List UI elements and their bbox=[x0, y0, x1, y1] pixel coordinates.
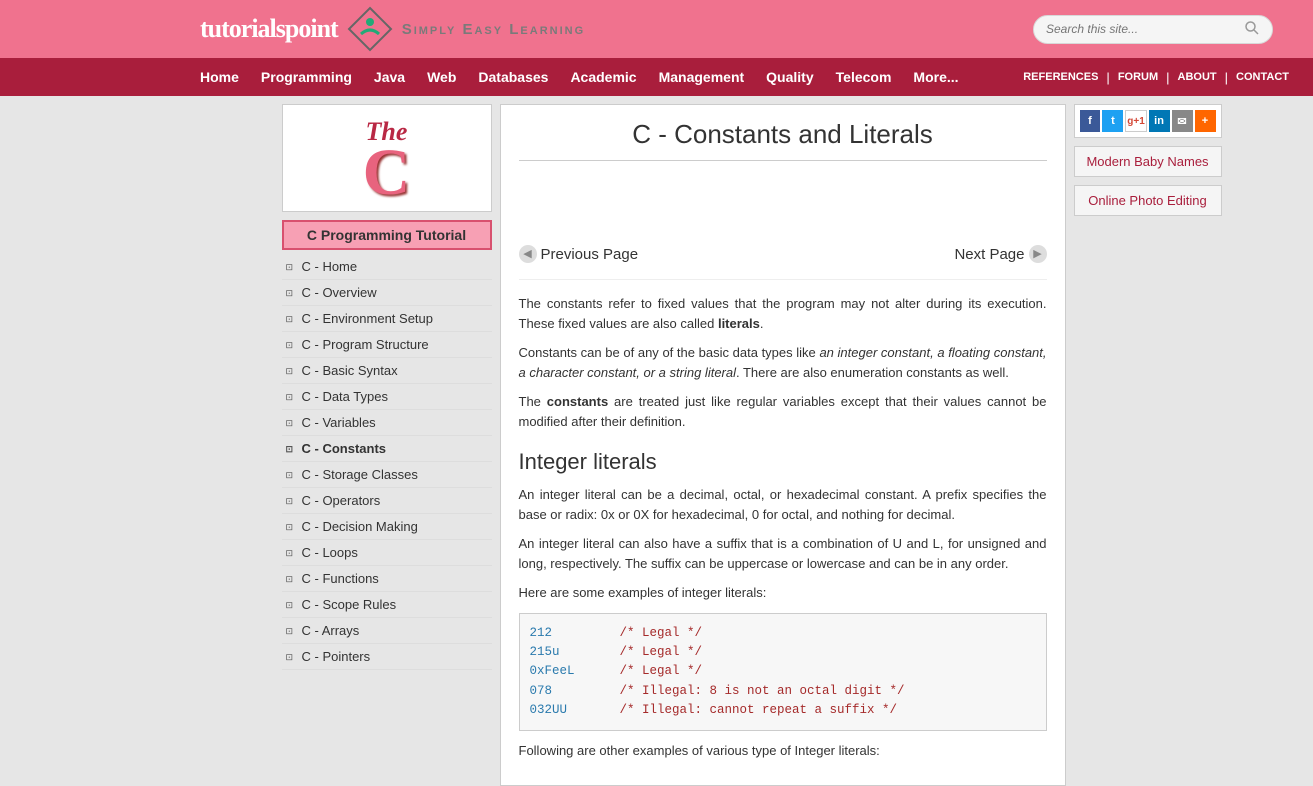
sidebar-item[interactable]: C - Data Types bbox=[282, 384, 492, 410]
code-block: 212 /* Legal */ 215u /* Legal */ 0xFeeL … bbox=[519, 613, 1047, 732]
sidebar-logo-main: C bbox=[363, 147, 411, 200]
tagline: Simply Easy Learning bbox=[402, 21, 585, 38]
facebook-icon[interactable]: f bbox=[1080, 110, 1101, 132]
header: tutorialspoint Simply Easy Learning bbox=[0, 0, 1313, 58]
main-nav: Home Programming Java Web Databases Academic M… bbox=[0, 58, 1313, 96]
sidebar: The C C Programming Tutorial C - HomeC -… bbox=[282, 104, 492, 786]
sidebar-item[interactable]: C - Program Structure bbox=[282, 332, 492, 358]
sidebar-item[interactable]: C - Overview bbox=[282, 280, 492, 306]
googleplus-icon[interactable]: g+1 bbox=[1125, 110, 1146, 132]
sidebar-item[interactable]: C - Basic Syntax bbox=[282, 358, 492, 384]
main-content: C - Constants and Literals ◀Previous Pag… bbox=[500, 104, 1066, 786]
sidebar-item[interactable]: C - Home bbox=[282, 254, 492, 280]
sidebar-item[interactable]: C - Operators bbox=[282, 488, 492, 514]
right-column: f t g+1 in ✉ + Modern Baby Names Online P… bbox=[1074, 104, 1222, 786]
paragraph: The constants are treated just like regu… bbox=[519, 392, 1047, 431]
search-icon[interactable] bbox=[1244, 20, 1260, 39]
nav-right-link[interactable]: FORUM bbox=[1118, 71, 1158, 83]
email-icon[interactable]: ✉ bbox=[1172, 110, 1193, 132]
linkedin-icon[interactable]: in bbox=[1149, 110, 1170, 132]
twitter-icon[interactable]: t bbox=[1102, 110, 1123, 132]
nav-right-link[interactable]: REFERENCES bbox=[1023, 71, 1098, 83]
promo-link[interactable]: Online Photo Editing bbox=[1074, 185, 1222, 216]
paragraph: An integer literal can be a decimal, oct… bbox=[519, 485, 1047, 524]
ad-space bbox=[519, 169, 1047, 239]
nav-item[interactable]: Academic bbox=[570, 69, 636, 85]
sidebar-item[interactable]: C - Storage Classes bbox=[282, 462, 492, 488]
sidebar-item[interactable]: C - Decision Making bbox=[282, 514, 492, 540]
promo-link[interactable]: Modern Baby Names bbox=[1074, 146, 1222, 177]
nav-right-link[interactable]: CONTACT bbox=[1236, 71, 1289, 83]
prev-page-link[interactable]: ◀Previous Page bbox=[519, 245, 639, 263]
sidebar-item[interactable]: C - Pointers bbox=[282, 644, 492, 670]
sidebar-heading: C Programming Tutorial bbox=[282, 220, 492, 250]
nav-item[interactable]: Management bbox=[659, 69, 745, 85]
sidebar-item[interactable]: C - Scope Rules bbox=[282, 592, 492, 618]
sidebar-item[interactable]: C - Variables bbox=[282, 410, 492, 436]
sidebar-item[interactable]: C - Environment Setup bbox=[282, 306, 492, 332]
nav-item[interactable]: Databases bbox=[478, 69, 548, 85]
nav-item[interactable]: Quality bbox=[766, 69, 813, 85]
paragraph: The constants refer to fixed values that… bbox=[519, 294, 1047, 333]
nav-right-link[interactable]: ABOUT bbox=[1178, 71, 1217, 83]
nav-item[interactable]: Telecom bbox=[836, 69, 892, 85]
paragraph: Here are some examples of integer litera… bbox=[519, 583, 1047, 603]
pager: ◀Previous Page Next Page▶ bbox=[519, 239, 1047, 280]
next-icon: ▶ bbox=[1029, 245, 1047, 263]
nav-item[interactable]: More... bbox=[913, 69, 958, 85]
sidebar-item[interactable]: C - Constants bbox=[282, 436, 492, 462]
nav-item[interactable]: Java bbox=[374, 69, 405, 85]
next-page-link[interactable]: Next Page▶ bbox=[954, 245, 1046, 263]
nav-item[interactable]: Home bbox=[200, 69, 239, 85]
section-heading: Integer literals bbox=[519, 449, 1047, 475]
sidebar-item[interactable]: C - Arrays bbox=[282, 618, 492, 644]
nav-item[interactable]: Web bbox=[427, 69, 456, 85]
site-logo-text[interactable]: tutorialspoint bbox=[200, 14, 338, 44]
more-share-icon[interactable]: + bbox=[1195, 110, 1216, 132]
prev-icon: ◀ bbox=[519, 245, 537, 263]
paragraph: Constants can be of any of the basic dat… bbox=[519, 343, 1047, 382]
site-logo-icon bbox=[344, 3, 396, 55]
title-divider bbox=[519, 160, 1047, 161]
search-box bbox=[1033, 15, 1273, 44]
sidebar-item[interactable]: C - Loops bbox=[282, 540, 492, 566]
page-title: C - Constants and Literals bbox=[519, 119, 1047, 150]
paragraph: Following are other examples of various … bbox=[519, 741, 1047, 761]
search-input[interactable] bbox=[1046, 22, 1244, 36]
share-buttons: f t g+1 in ✉ + bbox=[1074, 104, 1222, 138]
sidebar-logo: The C bbox=[282, 104, 492, 212]
paragraph: An integer literal can also have a suffi… bbox=[519, 534, 1047, 573]
sidebar-item[interactable]: C - Functions bbox=[282, 566, 492, 592]
nav-item[interactable]: Programming bbox=[261, 69, 352, 85]
